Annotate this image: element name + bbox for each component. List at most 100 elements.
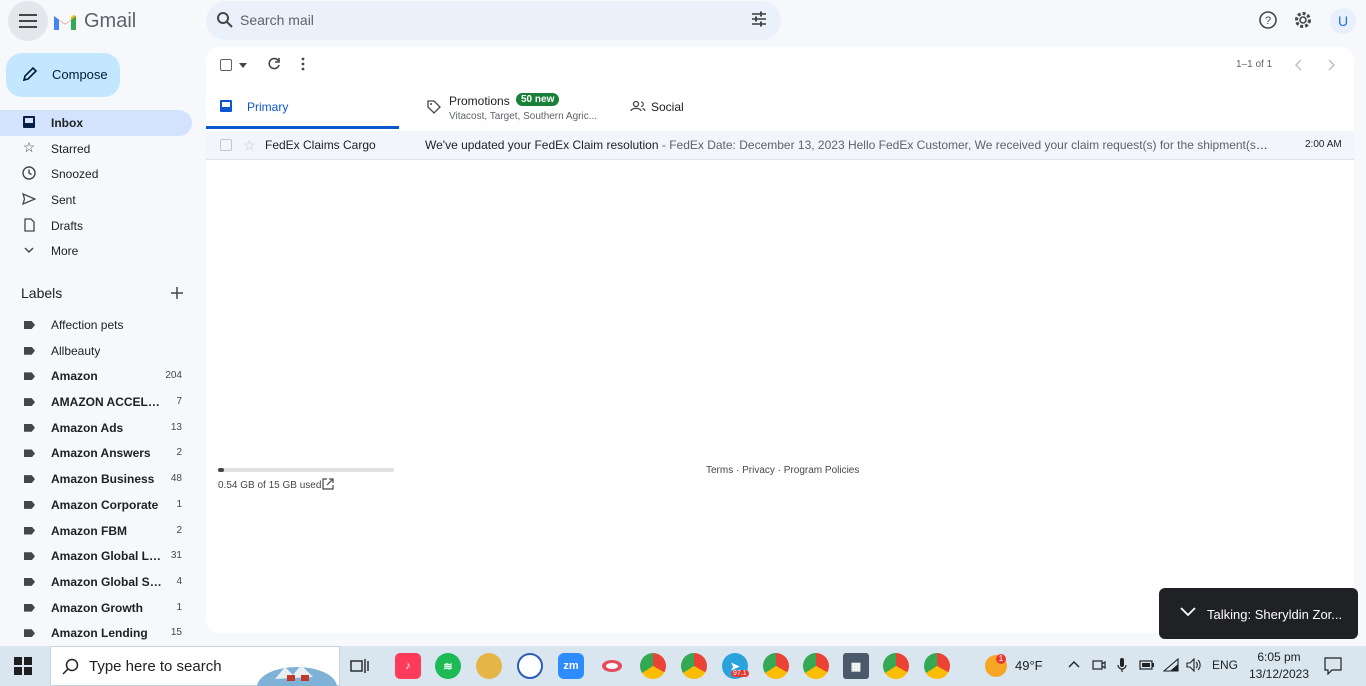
- footer-links[interactable]: Terms · Privacy · Program Policies: [706, 465, 859, 476]
- weather-temp[interactable]: 49°F: [1015, 658, 1043, 673]
- label-count: 204: [165, 370, 182, 382]
- svg-text:?: ?: [1265, 15, 1271, 27]
- select-all-checkbox[interactable]: [220, 59, 232, 71]
- microphone-icon[interactable]: [1117, 657, 1127, 673]
- snipping-tool-icon[interactable]: [599, 653, 625, 679]
- tab-label: Social: [651, 100, 684, 114]
- main-menu-button[interactable]: [8, 1, 48, 41]
- game-app-icon[interactable]: [476, 653, 502, 679]
- label-name: Amazon Global Sell...: [51, 574, 166, 589]
- volume-icon[interactable]: [1186, 658, 1202, 672]
- language-indicator[interactable]: ENG: [1212, 658, 1238, 672]
- storage-usage-fill: [218, 468, 225, 472]
- tab-senders: Vitacost, Target, Southern Agric...: [449, 111, 598, 122]
- search-bar: [206, 1, 781, 40]
- label-item[interactable]: Amazon Global Sell... 4: [0, 569, 192, 595]
- more-options-icon[interactable]: [301, 57, 305, 71]
- call-toast[interactable]: Talking: Sheryldin Zor...: [1159, 588, 1358, 639]
- label-count: 2: [176, 524, 182, 536]
- chevron-up-icon[interactable]: [1068, 660, 1080, 668]
- label-item[interactable]: Amazon Ads 13: [0, 415, 192, 441]
- compose-button[interactable]: Compose: [6, 53, 120, 97]
- label-item[interactable]: Amazon Answers 2: [0, 440, 192, 466]
- refresh-icon[interactable]: [267, 57, 281, 71]
- inbox-icon: [22, 115, 36, 129]
- label-name: Amazon: [51, 369, 98, 384]
- sidebar-item-starred[interactable]: ☆ Starred: [0, 136, 192, 162]
- inbox-icon: [220, 100, 232, 112]
- label-count: 15: [170, 627, 182, 639]
- taskbar-search[interactable]: Type here to search: [50, 646, 340, 686]
- zoom-app-icon[interactable]: zm: [558, 653, 584, 679]
- hamburger-icon: [19, 14, 37, 28]
- label-icon: [24, 321, 35, 329]
- settings-gear-icon[interactable]: [1292, 9, 1314, 31]
- chevron-right-icon[interactable]: [1326, 59, 1336, 71]
- taskbar-clock[interactable]: 6:05 pm 13/12/2023: [1248, 649, 1310, 683]
- sidebar-item-drafts[interactable]: Drafts: [0, 213, 192, 239]
- label-item[interactable]: Amazon FBM 2: [0, 518, 192, 544]
- wifi-icon[interactable]: [1163, 658, 1179, 672]
- chrome-profile-s-icon[interactable]: [883, 653, 909, 679]
- label-item[interactable]: Allbeauty: [0, 338, 192, 364]
- star-icon[interactable]: ☆: [243, 137, 256, 154]
- telegram-badge: 97.1: [731, 670, 749, 677]
- meet-now-icon[interactable]: [1092, 658, 1106, 672]
- windows-taskbar: Type here to search ♪ ≋ zm ➤ 97.1 ▦ 1 49…: [0, 646, 1366, 686]
- chrome-app-icon[interactable]: [640, 653, 666, 679]
- clock-time: 6:05 pm: [1257, 650, 1301, 664]
- label-icon: [24, 398, 35, 407]
- chrome-profile-m-icon[interactable]: [681, 653, 707, 679]
- gmail-logo[interactable]: Gmail: [52, 10, 136, 33]
- sidebar-item-snoozed[interactable]: Snoozed: [0, 161, 192, 187]
- search-options-icon[interactable]: [751, 11, 767, 27]
- email-checkbox[interactable]: [220, 139, 232, 151]
- select-dropdown-icon[interactable]: [239, 63, 247, 68]
- labels-heading: Labels: [21, 285, 63, 301]
- sidebar-item-more[interactable]: More: [0, 238, 192, 264]
- task-view-icon[interactable]: [350, 657, 370, 675]
- tab-promotions[interactable]: Promotions 50 new Vitacost, Target, Sout…: [413, 87, 613, 129]
- label-icon: [24, 346, 35, 355]
- spotify-app-icon[interactable]: ≋: [435, 653, 461, 679]
- label-name: Amazon Growth: [51, 600, 143, 615]
- email-row[interactable]: ☆ FedEx Claims Cargo We've updated your …: [206, 131, 1354, 160]
- label-item[interactable]: Amazon Lending 15: [0, 620, 192, 646]
- clock-app-icon[interactable]: [517, 653, 543, 679]
- label-item[interactable]: Amazon Global Lo... 31: [0, 543, 192, 569]
- help-icon[interactable]: ?: [1257, 9, 1279, 31]
- label-item[interactable]: Amazon Corporate 1: [0, 492, 192, 518]
- tiktok-app-icon[interactable]: ♪: [395, 653, 421, 679]
- label-item[interactable]: Amazon Growth 1: [0, 595, 192, 621]
- label-item[interactable]: Amazon 204: [0, 363, 192, 389]
- label-count: 1: [176, 601, 182, 613]
- label-icon: [24, 475, 35, 484]
- windows-start-icon[interactable]: [14, 657, 32, 675]
- calculator-app-icon[interactable]: ▦: [843, 653, 869, 679]
- label-count: 2: [176, 447, 182, 459]
- chrome-profile-l-icon[interactable]: [803, 653, 829, 679]
- sidebar-item-inbox[interactable]: Inbox: [0, 110, 192, 136]
- email-snippet: - FedEx Date: December 13, 2023 Hello Fe…: [658, 138, 1270, 152]
- chevron-down-icon[interactable]: [1179, 605, 1197, 617]
- label-item[interactable]: AMAZON ACCELER... 7: [0, 389, 192, 415]
- label-name: Amazon Global Lo...: [51, 549, 166, 564]
- sidebar-item-sent[interactable]: Sent: [0, 187, 192, 213]
- chrome-profile-icon[interactable]: [763, 653, 789, 679]
- chrome-profile-r-icon[interactable]: [924, 653, 950, 679]
- search-icon[interactable]: [216, 11, 234, 29]
- label-item[interactable]: Amazon Business 48: [0, 466, 192, 492]
- external-link-icon[interactable]: [322, 478, 334, 490]
- tab-social[interactable]: Social: [616, 87, 816, 129]
- add-label-icon[interactable]: [170, 286, 184, 300]
- label-item[interactable]: Affection pets: [0, 312, 192, 338]
- notifications-icon[interactable]: [1324, 657, 1342, 675]
- chevron-left-icon[interactable]: [1294, 59, 1304, 71]
- account-avatar[interactable]: U: [1330, 8, 1356, 34]
- tab-primary[interactable]: Primary: [206, 87, 399, 129]
- tag-icon: [427, 100, 441, 114]
- label-count: 31: [170, 550, 182, 562]
- battery-icon[interactable]: [1139, 659, 1155, 671]
- search-input[interactable]: [240, 9, 740, 31]
- clock-date: 13/12/2023: [1248, 667, 1310, 681]
